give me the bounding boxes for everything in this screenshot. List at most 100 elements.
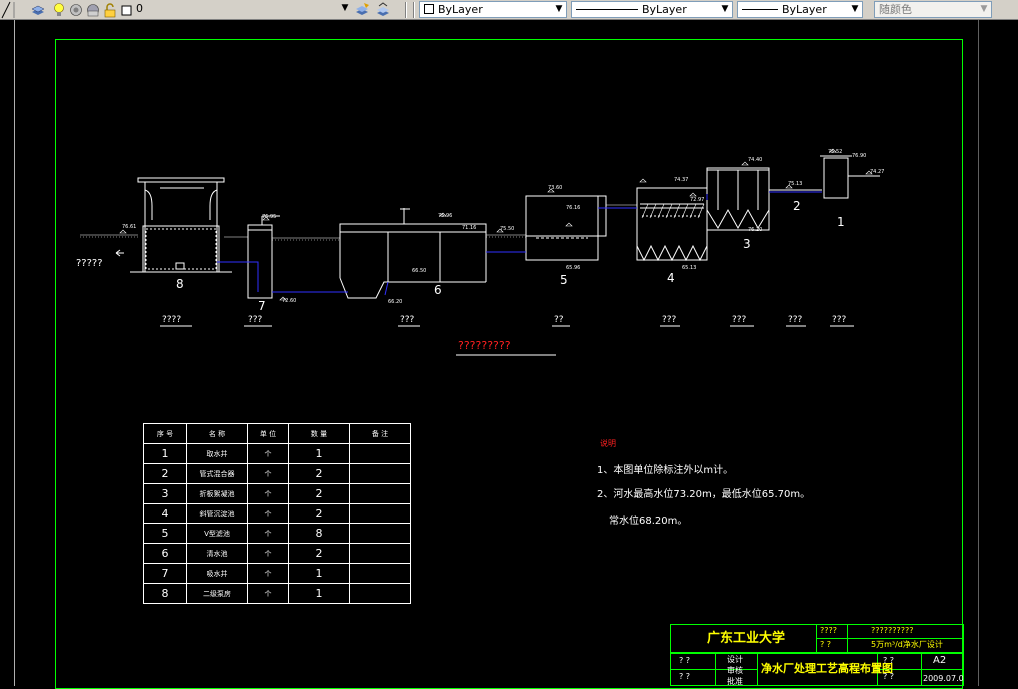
- unit-8-name: ????: [162, 315, 182, 325]
- elevation-markers: [119, 148, 873, 301]
- table-cell-no: 7: [143, 563, 187, 584]
- color-swatch-icon: [424, 4, 434, 14]
- elevation-label: 66.20: [388, 299, 403, 305]
- layer-previous-icon[interactable]: [375, 2, 391, 18]
- title-block-cell: ? ?: [820, 640, 832, 649]
- notes-line-3: 常水位68.20m。: [609, 516, 688, 527]
- table-cell-no: 1: [143, 443, 187, 464]
- table-cell-note: [349, 503, 411, 524]
- unit-2-name: ???: [788, 315, 803, 325]
- table-cell-name: 斜管沉淀池: [186, 503, 248, 524]
- unit-8-number: 8: [176, 277, 184, 291]
- table-cell-name: 二级泵房: [186, 583, 248, 604]
- chevron-down-icon[interactable]: ▼: [718, 2, 732, 17]
- table-cell-no: 4: [143, 503, 187, 524]
- unit-1-name: ???: [832, 315, 847, 325]
- drawing-canvas[interactable]: ????? 8 7 6 5 4 3 2 1 ???? ??? ??? ?? ??…: [0, 20, 1018, 689]
- chevron-down-icon[interactable]: ▼: [338, 1, 352, 16]
- table-row: 5 V型滤池个 8: [143, 523, 411, 544]
- table-cell-qty: 2: [288, 463, 350, 484]
- elevation-label: 65.13: [682, 265, 697, 271]
- table-cell-note: [349, 583, 411, 604]
- table-cell-qty: 2: [288, 503, 350, 524]
- chevron-down-icon[interactable]: ▼: [848, 2, 862, 17]
- unit-7-name: ???: [248, 315, 263, 325]
- table-cell-unit: 个: [247, 523, 289, 544]
- table-row: 2 管式混合器个 2: [143, 463, 411, 484]
- elevation-label: 76.20: [748, 227, 763, 233]
- color-dropdown-value: ByLayer: [438, 3, 483, 16]
- unit-4-name: ???: [662, 315, 677, 325]
- table-cell-qty: 8: [288, 523, 350, 544]
- plotstyle-dropdown-value: 随颜色: [879, 3, 912, 16]
- title-block: 广东工业大学 ???? ?????????? ? ? 5万m³/d净水厂设计 ?…: [670, 624, 964, 686]
- table-cell-unit: 个: [247, 583, 289, 604]
- make-object-layer-current-icon[interactable]: [354, 2, 370, 18]
- unit-4-number: 4: [667, 271, 675, 285]
- table-cell-unit: 个: [247, 483, 289, 504]
- table-cell-unit: 个: [247, 463, 289, 484]
- color-dropdown[interactable]: ByLayer ▼: [419, 1, 567, 18]
- elevation-label: 76.95: [262, 214, 277, 220]
- layer-dropdown[interactable]: 0 ▼: [136, 1, 352, 18]
- elevation-label: 75.96: [438, 213, 453, 219]
- table-cell-name: 吸水井: [186, 563, 248, 584]
- layer-manager-icon[interactable]: [30, 2, 46, 18]
- layer-freeze-icon[interactable]: [68, 2, 84, 18]
- section-title: ?????????: [458, 339, 511, 352]
- layer-on-bulb-icon[interactable]: [51, 2, 67, 18]
- table-cell-no: 3: [143, 483, 187, 504]
- title-block-sheet-size: A2: [933, 655, 947, 666]
- unit-6-clearwater-tank: [339, 208, 487, 299]
- table-cell-note: [349, 483, 411, 504]
- toolbar-separator: [405, 2, 407, 18]
- title-block-cell: ? ?: [883, 656, 895, 665]
- notes-line-1: 1、本图单位除标注外以m计。: [597, 465, 734, 476]
- title-block-cell: 批准: [727, 677, 743, 686]
- table-cell-no: 2: [143, 463, 187, 484]
- table-cell-qty: 1: [288, 563, 350, 584]
- table-cell-qty: 2: [288, 483, 350, 504]
- title-block-cell: ????: [820, 626, 837, 635]
- title-block-cell: ? ?: [679, 672, 691, 681]
- chevron-down-icon[interactable]: ▼: [552, 2, 566, 17]
- title-block-cell: ? ?: [679, 656, 691, 665]
- elevation-label: 72.97: [690, 197, 705, 203]
- lineweight-dropdown[interactable]: ByLayer ▼: [737, 1, 863, 18]
- elevation-label: 76.16: [566, 205, 581, 211]
- layer-lock-icon[interactable]: [102, 2, 118, 18]
- table-cell-note: [349, 563, 411, 584]
- table-cell-no: 5: [143, 523, 187, 544]
- table-cell-note: [349, 543, 411, 564]
- unit-6-name: ???: [400, 315, 415, 325]
- linetype-sample-icon: [576, 9, 638, 10]
- layer-viewport-freeze-icon[interactable]: [85, 2, 101, 18]
- layer-color-swatch-icon[interactable]: [119, 2, 135, 18]
- linetype-dropdown[interactable]: ByLayer ▼: [571, 1, 733, 18]
- unit-3-number: 3: [743, 237, 751, 251]
- title-block-cell: 5万m³/d净水厂设计: [871, 640, 943, 649]
- elevation-label: 76.90: [852, 153, 867, 159]
- elevation-label: 75.50: [500, 226, 515, 232]
- layer-dropdown-value: 0: [136, 2, 143, 15]
- linetype-dropdown-value: ByLayer: [642, 3, 687, 16]
- chevron-down-icon[interactable]: ▼: [977, 2, 991, 17]
- elevation-label: 71.16: [462, 225, 477, 231]
- plotstyle-dropdown[interactable]: 随颜色 ▼: [874, 1, 992, 18]
- table-cell-name: 清水池: [186, 543, 248, 564]
- table-cell-qty: 1: [288, 583, 350, 604]
- elevation-label: 72.60: [282, 298, 297, 304]
- notes-title: 说明: [600, 439, 616, 448]
- table-header-unit: 单 位: [247, 423, 289, 444]
- unit-3-name: ???: [732, 315, 747, 325]
- unit-8-pump-house: [130, 177, 232, 273]
- table-header-no: 序 号: [143, 423, 187, 444]
- unit-7-number: 7: [258, 299, 266, 313]
- table-cell-qty: 1: [288, 443, 350, 464]
- unit-6-number: 6: [434, 283, 442, 297]
- unit-7-suction-well: [247, 215, 280, 299]
- table-cell-note: [349, 463, 411, 484]
- table-cell-name: V型滤池: [186, 523, 248, 544]
- toolbar-scroll-left-button[interactable]: [0, 0, 18, 20]
- process-pipes: [217, 191, 822, 296]
